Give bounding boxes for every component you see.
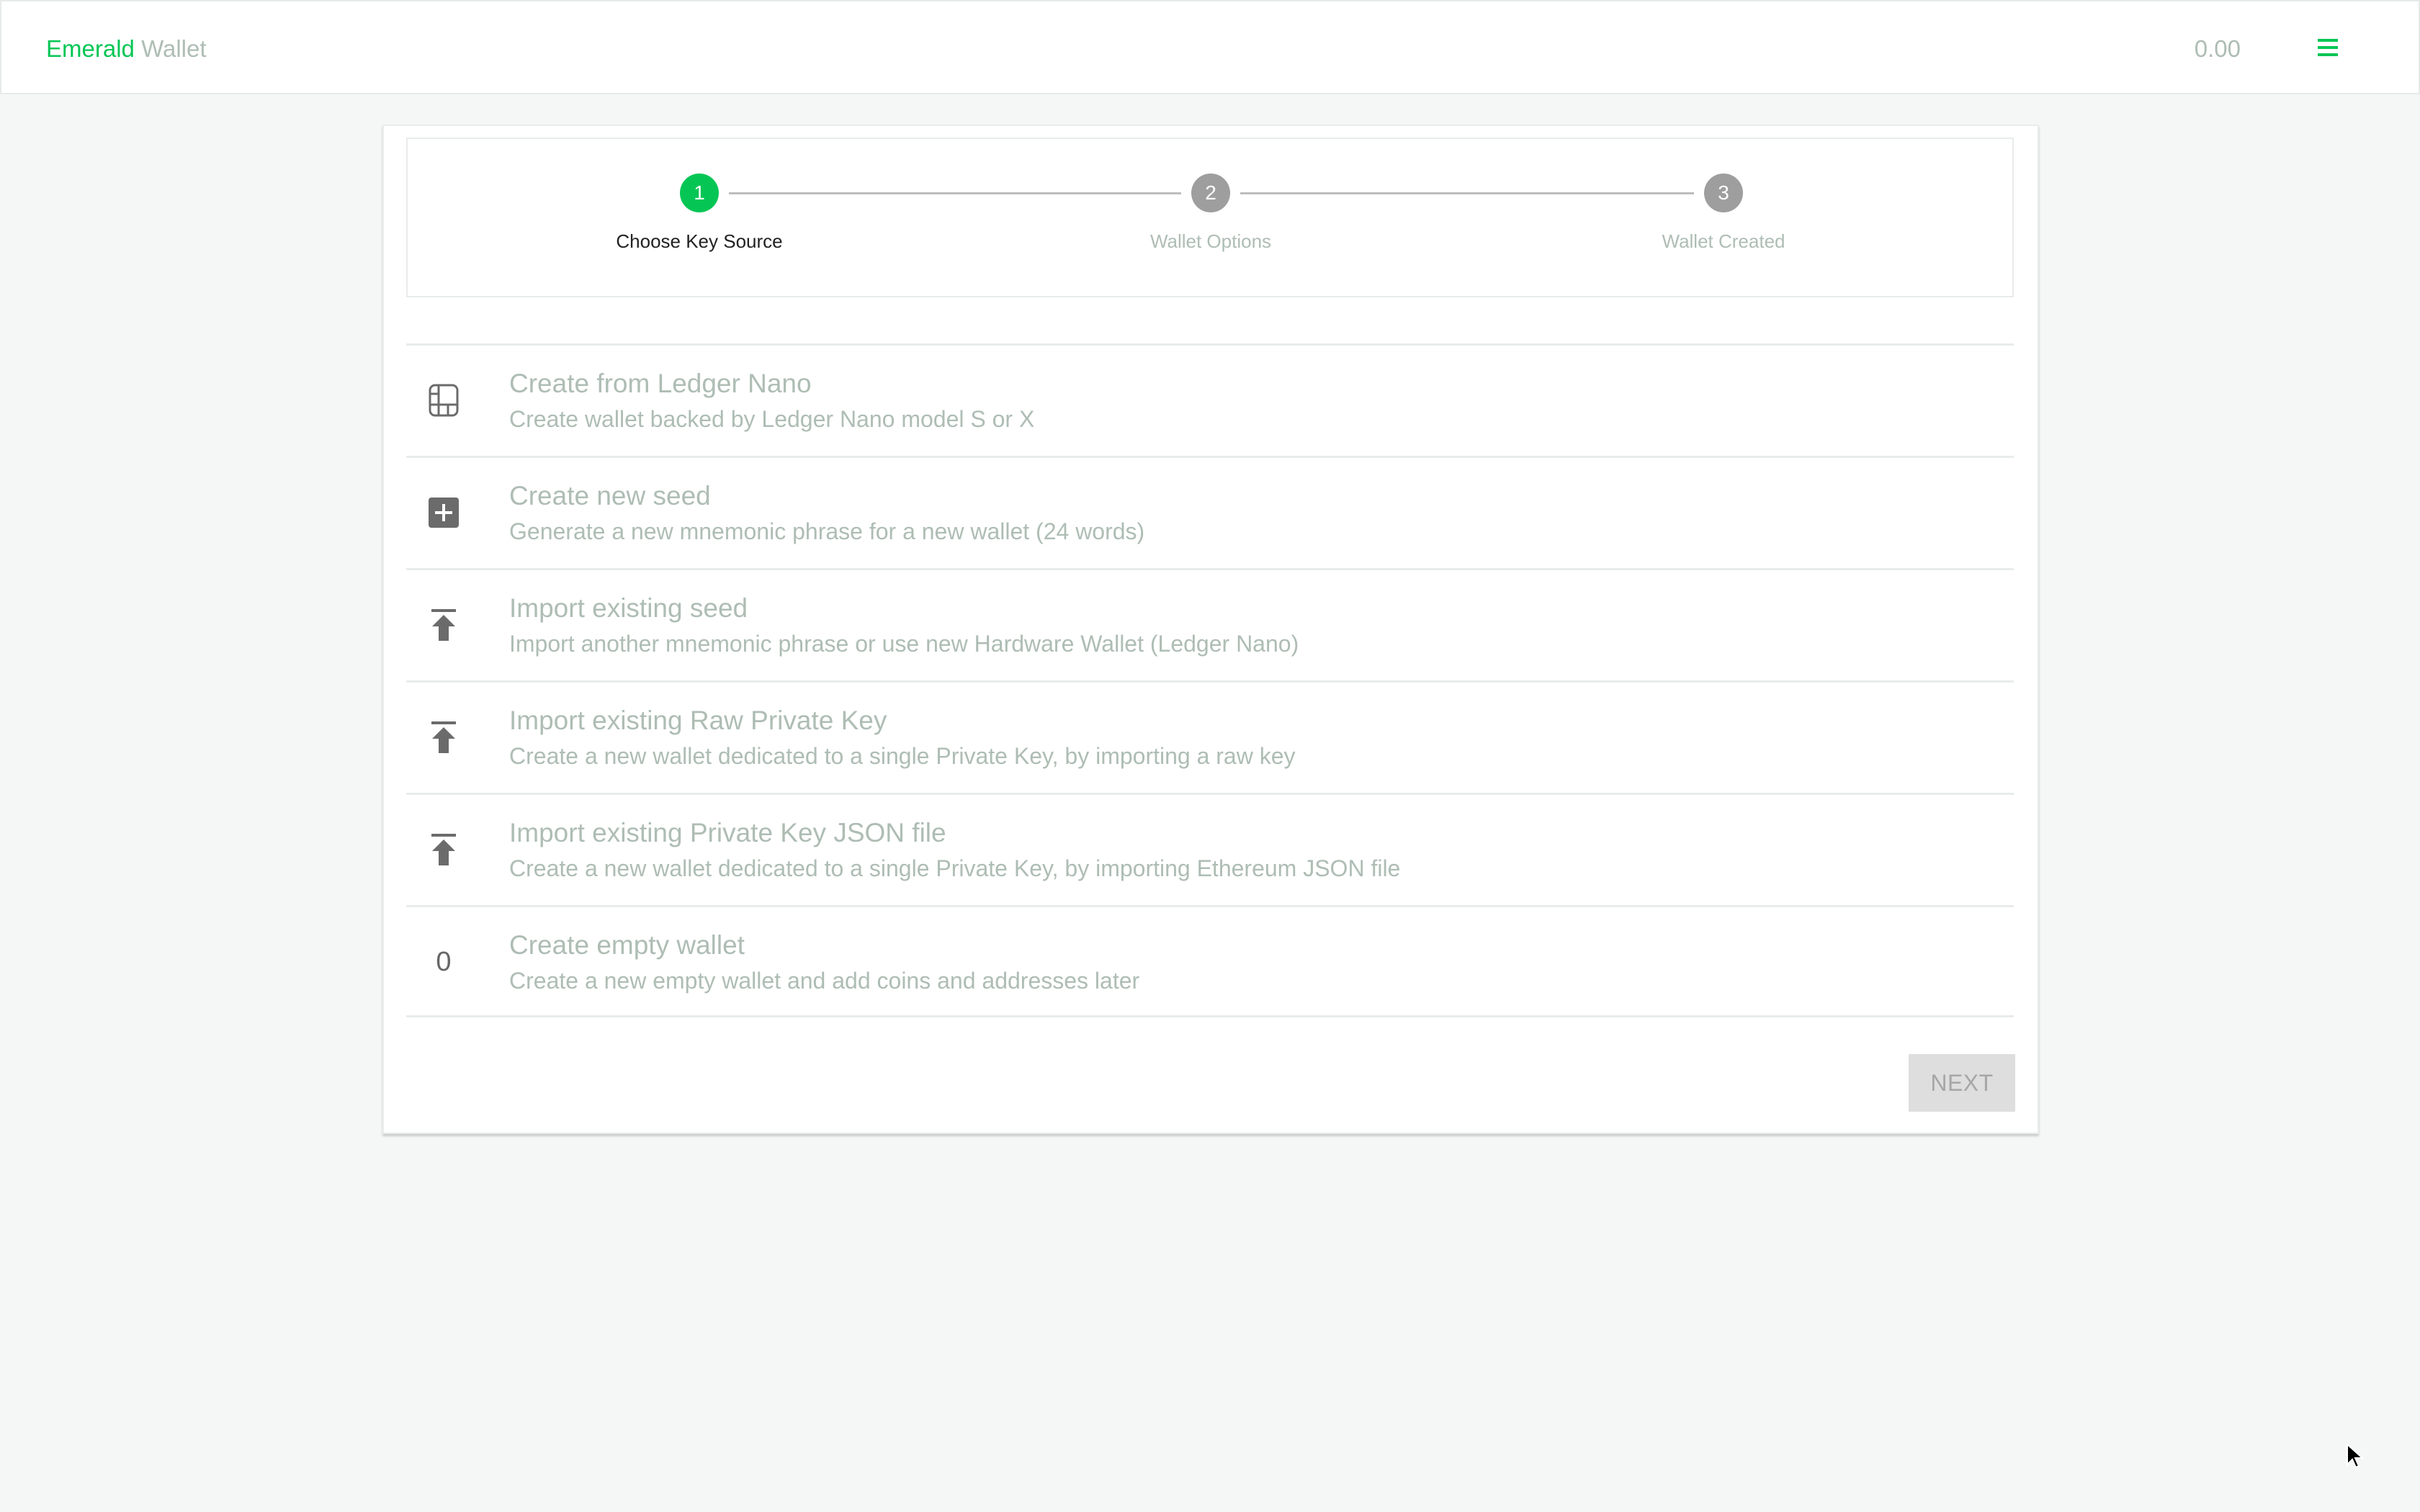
menu-bar xyxy=(2318,39,2338,42)
create-wallet-card: 1 Choose Key Source 2 Wallet Options 3 W… xyxy=(382,125,2039,1134)
option-import-json-file[interactable]: Import existing Private Key JSON file Cr… xyxy=(406,793,2014,905)
option-import-raw-key[interactable]: Import existing Raw Private Key Create a… xyxy=(406,680,2014,793)
option-title: Create from Ledger Nano xyxy=(509,369,812,398)
total-balance: 0.00 xyxy=(2194,35,2241,62)
option-title: Import existing Raw Private Key xyxy=(509,706,887,735)
step-label: Choose Key Source xyxy=(616,230,783,252)
upload-icon xyxy=(426,832,461,867)
step-2: 2 Wallet Options xyxy=(1067,139,1355,297)
option-description: Create a new empty wallet and add coins … xyxy=(509,968,1140,994)
option-import-seed[interactable]: Import existing seed Import another mnem… xyxy=(406,568,2014,680)
next-button[interactable]: NEXT xyxy=(1909,1054,2015,1112)
option-description: Create a new wallet dedicated to a singl… xyxy=(509,855,1401,881)
option-ledger-nano[interactable]: Create from Ledger Nano Create wallet ba… xyxy=(406,343,2014,456)
option-title: Create empty wallet xyxy=(509,930,745,960)
app-header: Emerald Wallet 0.00 xyxy=(0,0,2420,94)
mouse-cursor-icon xyxy=(2345,1442,2367,1472)
ledger-icon xyxy=(426,383,461,418)
option-create-empty-wallet[interactable]: 0 Create empty wallet Create a new empty… xyxy=(406,905,2014,1017)
option-description: Create a new wallet dedicated to a singl… xyxy=(509,743,1296,769)
menu-bar xyxy=(2318,53,2338,56)
option-description: Create wallet backed by Ledger Nano mode… xyxy=(509,406,1035,432)
upload-icon xyxy=(426,608,461,642)
option-create-new-seed[interactable]: Create new seed Generate a new mnemonic … xyxy=(406,456,2014,568)
step-number-circle: 3 xyxy=(1704,174,1743,212)
option-title: Create new seed xyxy=(509,481,711,510)
step-label: Wallet Created xyxy=(1662,230,1785,252)
option-description: Generate a new mnemonic phrase for a new… xyxy=(509,518,1145,544)
step-label: Wallet Options xyxy=(1150,230,1272,252)
add-box-icon xyxy=(426,495,461,530)
zero-icon: 0 xyxy=(436,946,452,977)
wizard-stepper: 1 Choose Key Source 2 Wallet Options 3 W… xyxy=(406,138,2014,297)
key-source-list: Create from Ledger Nano Create wallet ba… xyxy=(406,343,2014,1017)
step-number-circle: 1 xyxy=(680,174,719,212)
menu-bar xyxy=(2318,46,2338,49)
upload-icon xyxy=(426,720,461,755)
step-number-circle: 2 xyxy=(1191,174,1230,212)
step-1: 1 Choose Key Source xyxy=(555,139,843,297)
brand-primary: Emerald xyxy=(46,35,135,62)
option-title: Import existing Private Key JSON file xyxy=(509,818,946,847)
app-logo[interactable]: Emerald Wallet xyxy=(46,33,207,65)
hamburger-menu-icon[interactable] xyxy=(2318,39,2339,58)
option-title: Import existing seed xyxy=(509,593,748,623)
brand-secondary: Wallet xyxy=(141,35,207,62)
option-description: Import another mnemonic phrase or use ne… xyxy=(509,631,1299,657)
step-3: 3 Wallet Created xyxy=(1579,139,1868,297)
